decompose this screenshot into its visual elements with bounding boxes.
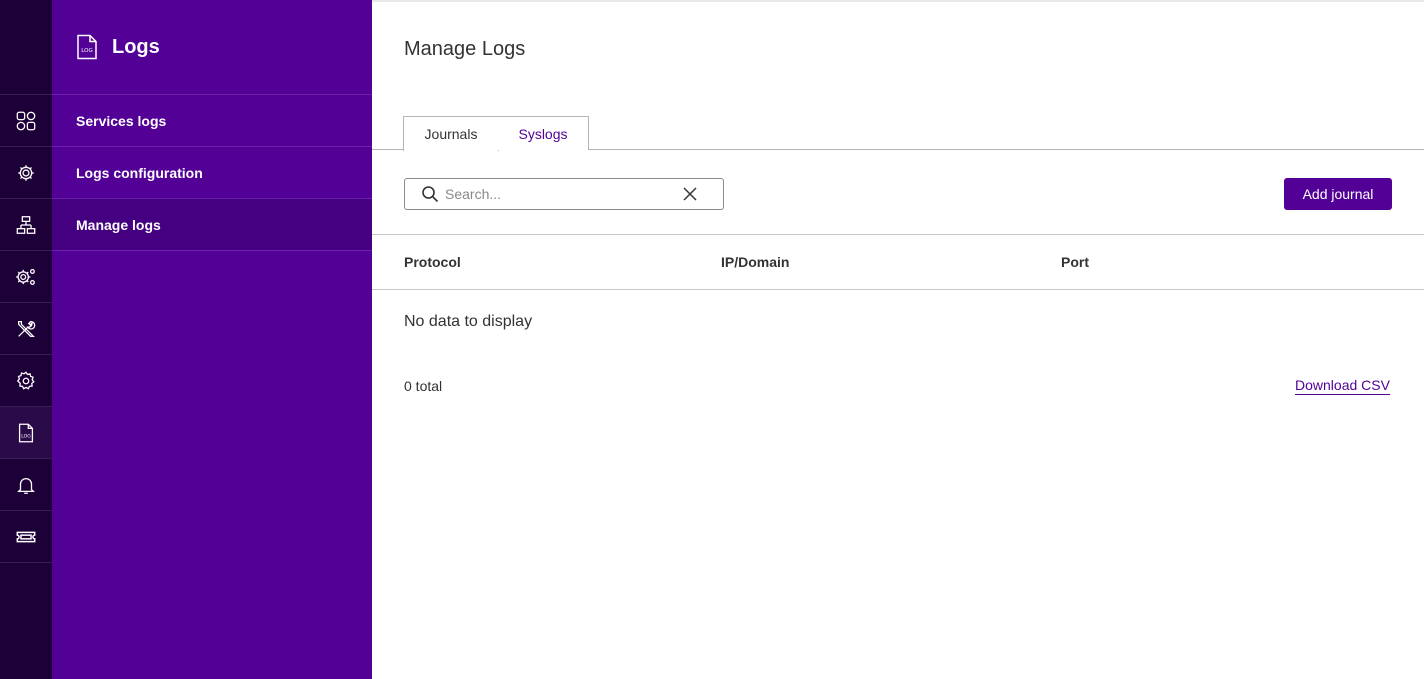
tools-icon [18, 320, 36, 337]
tab-bar: Journals Syslogs [372, 116, 1424, 151]
add-journal-button[interactable]: Add journal [1284, 178, 1392, 210]
main-content: Manage Logs Journals Syslogs Add journal… [372, 0, 1424, 679]
search-icon [422, 186, 439, 203]
dashboard-icon [16, 111, 36, 130]
bell-icon [17, 477, 35, 494]
svg-text:LOG: LOG [81, 48, 92, 54]
page-title: Manage Logs [404, 38, 526, 60]
search-input[interactable] [445, 186, 665, 202]
column-header-port[interactable]: Port [1061, 254, 1089, 270]
search-box [404, 178, 724, 210]
sidebar-item-label: Services logs [76, 112, 167, 129]
sidebar-item-services-logs[interactable]: Services logs [52, 95, 372, 147]
ticket-icon [16, 531, 36, 542]
sidebar-item-label: Logs configuration [76, 164, 203, 181]
empty-state-text: No data to display [404, 313, 533, 330]
topology-icon [16, 215, 36, 234]
sidebar-item-manage-logs[interactable]: Manage logs [52, 199, 372, 251]
rail-item-system-settings[interactable] [0, 251, 52, 303]
rail-item-tickets[interactable] [0, 511, 52, 563]
rail-item-settings[interactable] [0, 355, 52, 407]
rail-item-dashboard[interactable] [0, 95, 52, 147]
download-csv-link[interactable]: Download CSV [1295, 377, 1390, 395]
sidebar-title: Logs [112, 35, 160, 58]
column-header-protocol[interactable]: Protocol [404, 254, 461, 270]
log-file-icon: LOG [77, 34, 97, 60]
tab-journals[interactable]: Journals [403, 116, 499, 151]
sidebar-header: LOG Logs [52, 0, 372, 95]
total-count: 0 total [404, 378, 443, 394]
log-file-icon: LOG [18, 423, 34, 442]
sidebar: LOG Logs Services logs Logs configuratio… [52, 0, 372, 679]
rail-item-logs[interactable]: LOG [0, 407, 52, 459]
column-header-ip-domain[interactable]: IP/Domain [721, 254, 789, 270]
rail-item-network-settings[interactable] [0, 147, 52, 199]
rail-top [0, 0, 52, 95]
table-header: Protocol IP/Domain Port [372, 234, 1424, 290]
icon-rail: LOG [0, 0, 52, 679]
app-window: LOG LOG Logs Services logs Logs configur… [0, 0, 1424, 679]
close-icon[interactable] [683, 187, 697, 201]
rail-item-topology[interactable] [0, 199, 52, 251]
settings-cogs-icon [16, 268, 35, 285]
sidebar-item-logs-configuration[interactable]: Logs configuration [52, 147, 372, 199]
rail-item-notifications[interactable] [0, 459, 52, 511]
network-gear-icon [18, 164, 34, 181]
rail-item-tools[interactable] [0, 303, 52, 355]
gear-icon [16, 370, 35, 390]
tab-syslogs[interactable]: Syslogs [498, 116, 589, 150]
svg-text:LOG: LOG [21, 433, 31, 439]
sidebar-item-label: Manage logs [76, 216, 161, 233]
